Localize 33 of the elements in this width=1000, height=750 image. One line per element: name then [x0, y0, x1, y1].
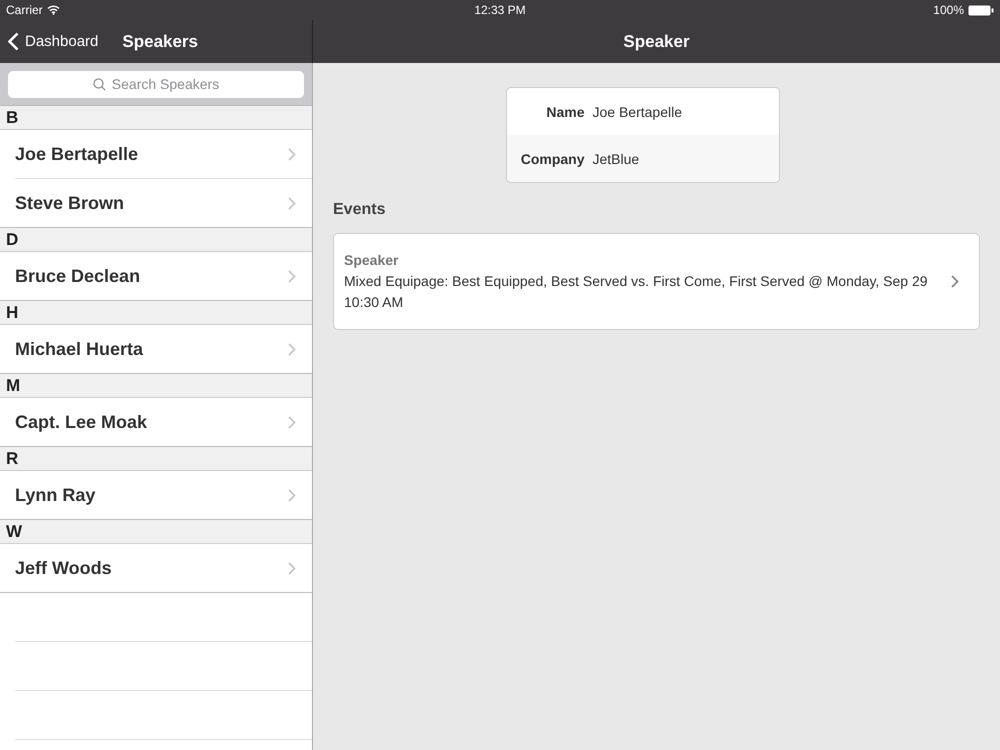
section-header: M	[0, 374, 312, 398]
chevron-icon	[288, 196, 296, 210]
section-header: W	[0, 520, 312, 544]
back-chevron-icon	[8, 32, 19, 51]
chevron-icon	[288, 562, 296, 574]
search-icon	[92, 78, 106, 90]
back-button[interactable]: Dashboard	[8, 32, 98, 51]
field-value: Joe Bertapelle	[592, 104, 682, 120]
section-header: H	[0, 301, 312, 325]
chevron-icon	[288, 488, 296, 502]
chevron-icon	[288, 342, 296, 356]
battery-icon	[968, 4, 994, 16]
status-time: 12:33 PM	[474, 3, 526, 17]
events-heading: Events	[333, 201, 386, 219]
search-placeholder: Search Speakers	[112, 76, 220, 92]
section-header: D	[0, 228, 312, 252]
chevron-icon	[288, 270, 296, 282]
carrier-label: Carrier	[6, 3, 43, 17]
chevron-icon	[288, 148, 296, 160]
field-label: Name	[545, 104, 586, 120]
field-label: Company	[520, 150, 586, 166]
field-value: JetBlue	[592, 150, 640, 166]
battery-percent: 100%	[933, 3, 964, 17]
section-header: R	[0, 447, 312, 471]
chevron-icon	[951, 275, 959, 288]
section-header: B	[0, 106, 312, 130]
event-role: Speaker	[344, 251, 400, 270]
wifi-icon	[46, 5, 60, 15]
chevron-icon	[288, 416, 296, 428]
nav-title: Speakers	[122, 32, 198, 52]
nav-title: Speaker	[623, 32, 690, 52]
event-description: Mixed Equipage: Best Equipped, Best Served vs. First Come, First Served @ Monday, Sep 29 10:30 AM	[344, 272, 929, 312]
event-row[interactable]: Speaker Mixed Equipage: Best Equipped, Best Served vs. First Come, First Served @ Monday, Sep 29 10:30 AM	[333, 233, 980, 330]
